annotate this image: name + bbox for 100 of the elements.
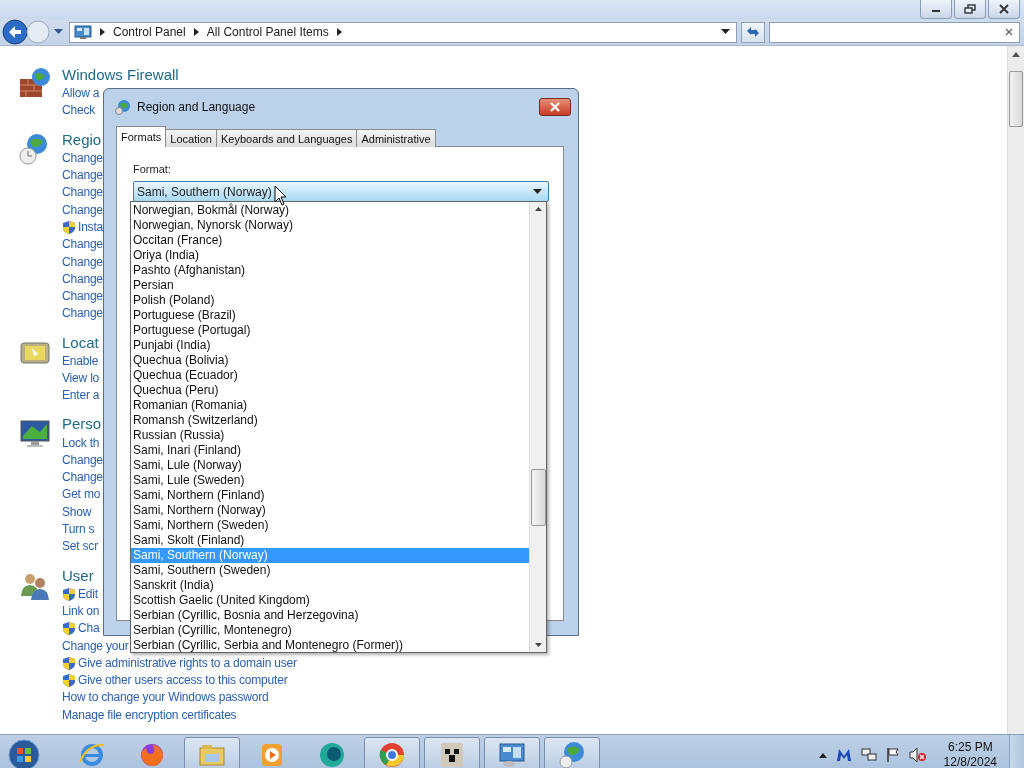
close-button[interactable] (988, 0, 1020, 19)
list-option[interactable]: Norwegian, Nynorsk (Norway) (131, 218, 529, 233)
task-link[interactable]: Enable (62, 352, 99, 370)
minimize-button[interactable] (920, 0, 952, 19)
breadcrumb-item[interactable]: Control Panel (113, 25, 186, 39)
task-link[interactable]: Allow a (62, 85, 100, 103)
task-link[interactable]: Change (62, 201, 103, 219)
list-option[interactable]: Sami, Lule (Sweden) (131, 473, 529, 488)
task-link[interactable]: View lo (62, 370, 100, 387)
category-title[interactable]: Perso (62, 414, 102, 435)
task-link[interactable]: Change (62, 236, 103, 254)
tab[interactable]: Formats (116, 126, 167, 147)
list-option[interactable]: Sanskrit (India) (131, 578, 529, 593)
task-link[interactable]: How to change your Windows password (62, 689, 269, 707)
dialog-title: Region and Language (137, 99, 256, 114)
list-option[interactable]: Occitan (France) (131, 233, 529, 248)
list-option[interactable]: Russian (Russia) (131, 428, 529, 443)
list-option[interactable]: Serbian (Cyrillic, Bosnia and Herzegovina) (131, 608, 529, 623)
list-option[interactable]: Persian (131, 278, 529, 293)
list-option[interactable]: Sami, Northern (Sweden) (131, 518, 529, 533)
network-icon[interactable] (860, 747, 877, 764)
list-option[interactable]: Portuguese (Portugal) (131, 323, 529, 338)
blockface-taskbar-icon[interactable] (424, 736, 480, 768)
list-option[interactable]: Portuguese (Brazil) (131, 308, 529, 323)
scroll-thumb[interactable] (1009, 71, 1023, 127)
globe-taskbar-icon[interactable] (544, 736, 600, 768)
scroll-up-icon[interactable] (534, 207, 542, 211)
m-logo-icon[interactable] (835, 748, 852, 763)
task-link[interactable]: Change (62, 270, 103, 288)
task-link[interactable]: Give other users access to this computer (78, 672, 288, 690)
task-link[interactable]: Turn s (62, 521, 95, 539)
flag-icon[interactable] (885, 747, 900, 764)
task-link[interactable]: Edit (78, 585, 98, 603)
task-link[interactable]: Change (62, 253, 103, 271)
category-title[interactable]: Locat (62, 332, 99, 353)
task-link[interactable]: Cha (78, 620, 100, 638)
list-option[interactable]: Sami, Northern (Finland) (131, 488, 529, 503)
category-title[interactable]: Regio (62, 129, 102, 150)
task-link[interactable]: Change (62, 184, 103, 202)
refresh-button[interactable] (741, 21, 765, 43)
list-option[interactable]: Oriya (India) (131, 248, 529, 263)
tab[interactable]: Administrative (356, 129, 436, 147)
category-title[interactable]: Windows Firewall (62, 65, 179, 85)
task-link[interactable]: Change (62, 451, 103, 469)
list-scrollbar[interactable] (529, 202, 546, 652)
scroll-down-icon[interactable] (534, 643, 542, 647)
chrome-taskbar-icon[interactable] (364, 736, 420, 768)
list-option[interactable]: Quechua (Peru) (131, 383, 529, 398)
task-link[interactable]: Change (62, 149, 103, 167)
clock[interactable]: 6:25 PM 12/8/2024 (943, 740, 997, 768)
breadcrumb-item[interactable]: All Control Panel Items (206, 25, 329, 39)
clear-icon[interactable] (1005, 28, 1013, 36)
restore-button[interactable] (954, 0, 986, 19)
controlpanel-taskbar-icon[interactable] (484, 736, 540, 768)
task-link[interactable]: Insta (78, 218, 104, 236)
task-link[interactable]: Link on (62, 602, 100, 620)
scroll-up-icon[interactable] (1012, 52, 1020, 57)
list-option[interactable]: Romanian (Romania) (131, 398, 529, 413)
list-option[interactable]: Polish (Poland) (131, 293, 529, 308)
list-option[interactable]: Sami, Southern (Sweden) (131, 563, 529, 578)
task-link[interactable]: Get mo (62, 486, 101, 504)
category-title[interactable]: User (62, 565, 94, 586)
task-link[interactable]: Change (62, 167, 103, 185)
scrollbar[interactable] (1007, 46, 1024, 734)
list-option[interactable]: Sami, Northern (Norway) (131, 503, 529, 518)
list-option[interactable]: Punjabi (India) (131, 338, 529, 353)
list-option[interactable]: Sami, Inari (Finland) (131, 443, 529, 458)
list-option[interactable]: Romansh (Switzerland) (131, 413, 529, 428)
list-option[interactable]: Pashto (Afghanistan) (131, 263, 529, 278)
task-link[interactable]: Lock th (62, 434, 100, 452)
task-link[interactable]: Show (62, 503, 92, 521)
explorer-taskbar-icon[interactable] (184, 736, 240, 768)
show-hidden-icons-icon[interactable] (818, 752, 827, 758)
muted-speaker-icon[interactable] (908, 747, 927, 764)
task-link[interactable]: Set scr (62, 538, 98, 556)
list-option[interactable]: Sami, Lule (Norway) (131, 458, 529, 473)
task-link[interactable]: Change (62, 305, 103, 323)
list-option[interactable]: Quechua (Bolivia) (131, 353, 529, 368)
task-link[interactable]: Change (62, 469, 103, 487)
control-panel-icon (74, 24, 92, 40)
search-field[interactable] (769, 21, 1020, 43)
task-link[interactable]: Check (62, 102, 95, 120)
dropdown-icon[interactable] (721, 29, 730, 35)
task-link[interactable]: Change (62, 288, 103, 306)
address-bar[interactable]: Control Panel All Control Panel Items (69, 21, 737, 43)
tab[interactable]: Location (165, 129, 217, 147)
list-option[interactable]: Quechua (Ecuador) (131, 368, 529, 383)
list-option[interactable]: Scottish Gaelic (United Kingdom) (131, 593, 529, 608)
task-link[interactable]: Give administrative rights to a domain user (78, 654, 297, 672)
back-icon[interactable] (2, 19, 28, 45)
tab[interactable]: Keyboards and Languages (215, 129, 358, 147)
scroll-thumb[interactable] (530, 469, 546, 526)
close-button[interactable] (539, 97, 571, 116)
list-option[interactable]: Serbian (Cyrillic, Serbia and Montenegro (Former)) (131, 638, 529, 653)
list-option[interactable]: Sami, Skolt (Finland) (131, 533, 529, 548)
list-option[interactable]: Norwegian, Bokmål (Norway) (131, 203, 529, 218)
task-link[interactable]: Manage file encryption certificates (62, 706, 237, 724)
list-option[interactable]: Serbian (Cyrillic, Montenegro) (131, 623, 529, 638)
task-link[interactable]: Change your (62, 637, 129, 655)
task-link[interactable]: Enter a (62, 387, 100, 405)
